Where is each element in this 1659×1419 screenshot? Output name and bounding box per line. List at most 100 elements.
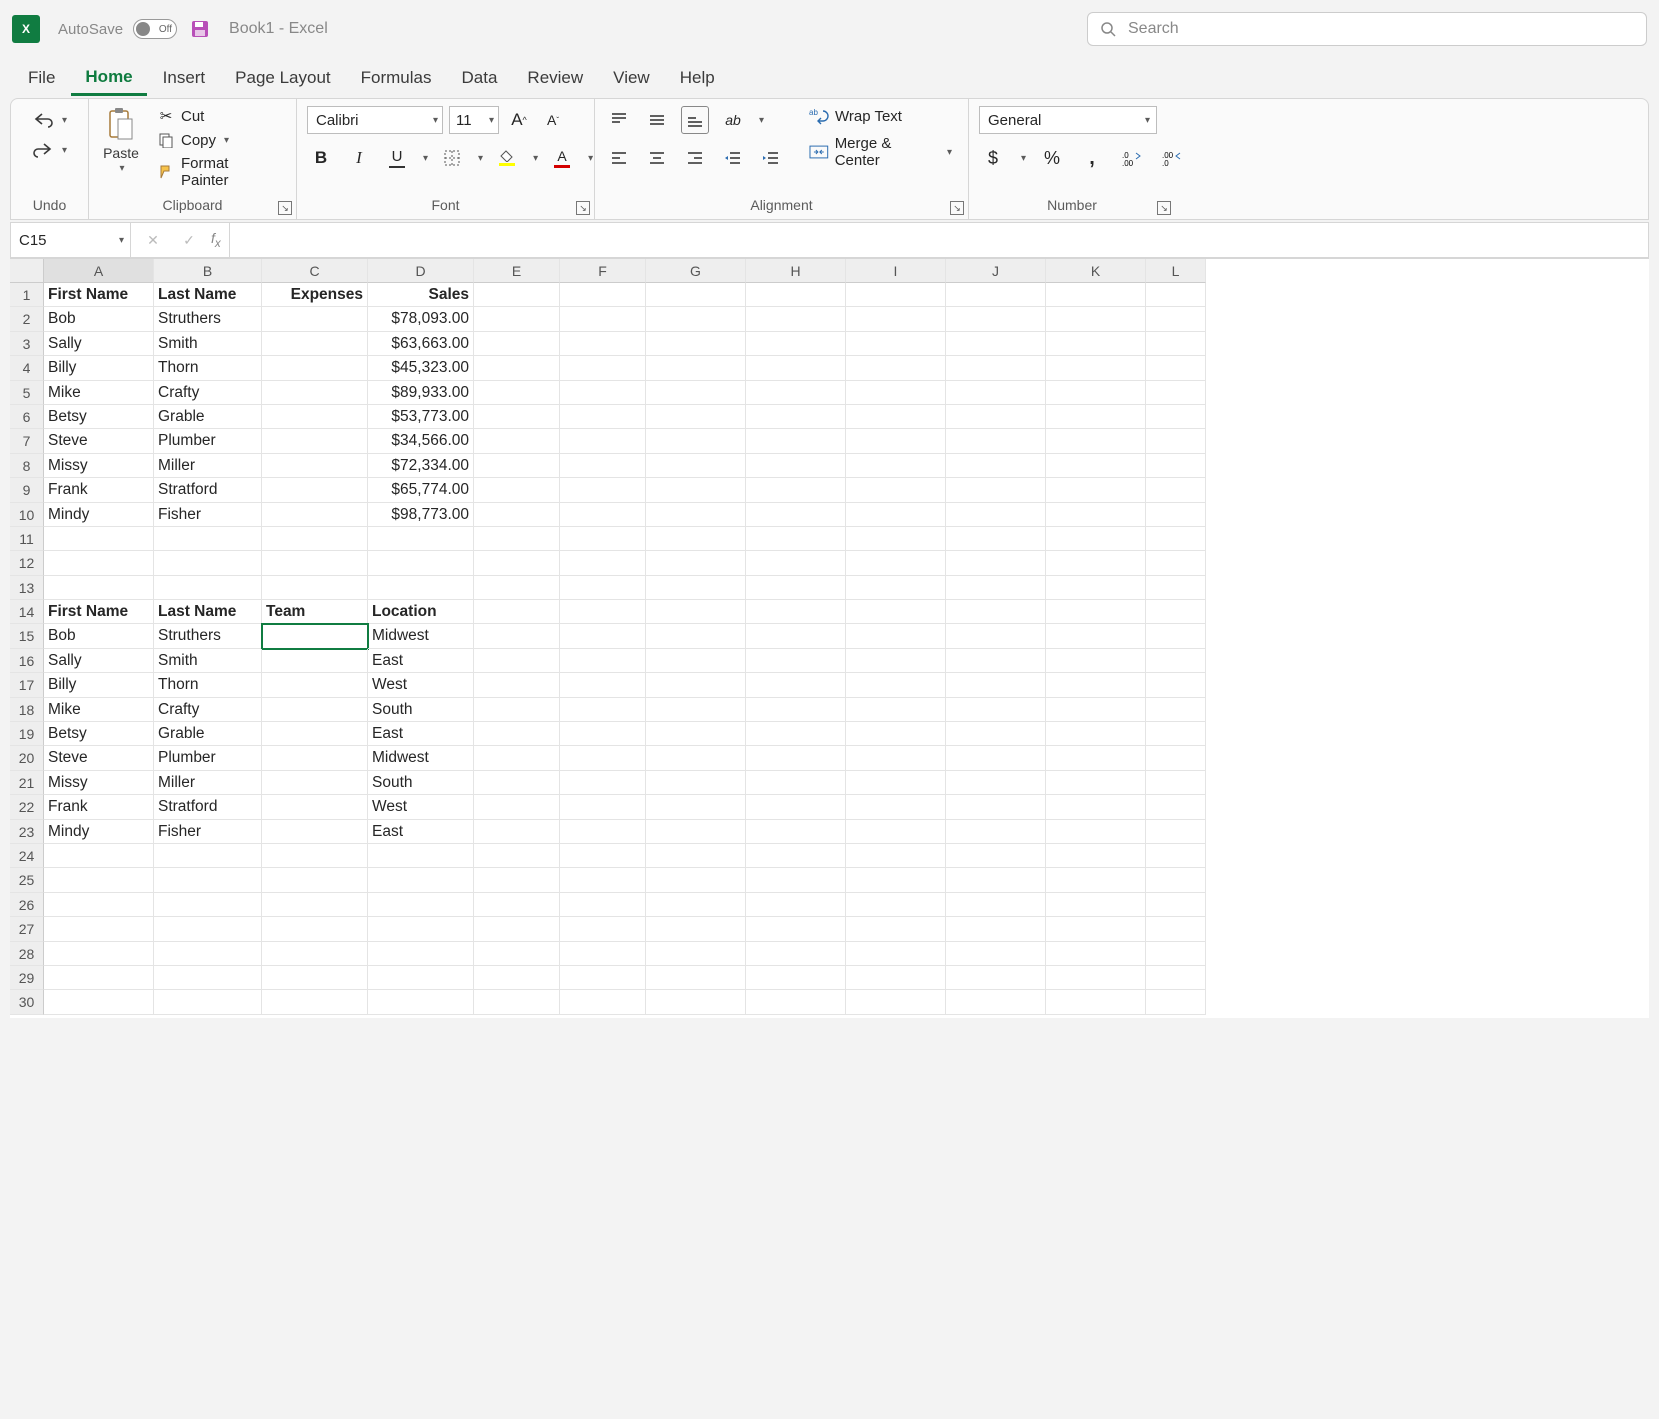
bold-button[interactable]: B	[307, 144, 335, 172]
cell-B10[interactable]: Fisher	[154, 503, 262, 527]
cell-area[interactable]: First NameLast NameExpensesSalesBobStrut…	[44, 283, 1649, 1015]
cell-J30[interactable]	[946, 990, 1046, 1014]
name-box[interactable]: C15 ▾	[11, 223, 131, 257]
paste-button[interactable]: Paste ▾	[99, 105, 143, 176]
cell-D10[interactable]: $98,773.00	[368, 503, 474, 527]
cell-D29[interactable]	[368, 966, 474, 990]
cell-F23[interactable]	[560, 820, 646, 844]
cell-I1[interactable]	[846, 283, 946, 307]
cell-G20[interactable]	[646, 746, 746, 770]
cell-C5[interactable]	[262, 381, 368, 405]
cell-C10[interactable]	[262, 503, 368, 527]
cell-J24[interactable]	[946, 844, 1046, 868]
column-header-L[interactable]: L	[1146, 259, 1206, 283]
cell-J17[interactable]	[946, 673, 1046, 697]
formula-input[interactable]	[230, 223, 1648, 257]
chevron-down-icon[interactable]: ▾	[423, 153, 428, 164]
cell-L21[interactable]	[1146, 771, 1206, 795]
cell-D6[interactable]: $53,773.00	[368, 405, 474, 429]
cell-K4[interactable]	[1046, 356, 1146, 380]
cell-I18[interactable]	[846, 698, 946, 722]
cell-G29[interactable]	[646, 966, 746, 990]
cell-C27[interactable]	[262, 917, 368, 941]
cell-K26[interactable]	[1046, 893, 1146, 917]
cell-G12[interactable]	[646, 551, 746, 575]
cell-J21[interactable]	[946, 771, 1046, 795]
cell-H24[interactable]	[746, 844, 846, 868]
cell-B27[interactable]	[154, 917, 262, 941]
font-dialog-launcher[interactable]: ↘	[576, 201, 590, 215]
decrease-font-button[interactable]: Aˇ	[539, 106, 567, 134]
cell-B23[interactable]: Fisher	[154, 820, 262, 844]
cell-B12[interactable]	[154, 551, 262, 575]
cell-K17[interactable]	[1046, 673, 1146, 697]
cell-J6[interactable]	[946, 405, 1046, 429]
enter-formula-button[interactable]: ✓	[175, 226, 203, 254]
cell-A9[interactable]: Frank	[44, 478, 154, 502]
cell-B18[interactable]: Crafty	[154, 698, 262, 722]
chevron-down-icon[interactable]: ▾	[533, 153, 538, 164]
cell-K27[interactable]	[1046, 917, 1146, 941]
cell-L24[interactable]	[1146, 844, 1206, 868]
comma-format-button[interactable]: ,	[1078, 144, 1106, 172]
cell-A16[interactable]: Sally	[44, 649, 154, 673]
cell-L30[interactable]	[1146, 990, 1206, 1014]
percent-format-button[interactable]: %	[1038, 144, 1066, 172]
cell-H28[interactable]	[746, 942, 846, 966]
cell-D25[interactable]	[368, 868, 474, 892]
cell-E3[interactable]	[474, 332, 560, 356]
column-header-B[interactable]: B	[154, 259, 262, 283]
chevron-down-icon[interactable]: ▾	[478, 153, 483, 164]
cell-C28[interactable]	[262, 942, 368, 966]
cell-F9[interactable]	[560, 478, 646, 502]
row-header-28[interactable]: 28	[10, 942, 44, 966]
cell-L1[interactable]	[1146, 283, 1206, 307]
column-header-E[interactable]: E	[474, 259, 560, 283]
cell-A6[interactable]: Betsy	[44, 405, 154, 429]
redo-button[interactable]: ▾	[26, 139, 73, 161]
cell-D12[interactable]	[368, 551, 474, 575]
row-header-13[interactable]: 13	[10, 576, 44, 600]
cell-G8[interactable]	[646, 454, 746, 478]
cell-J7[interactable]	[946, 429, 1046, 453]
cell-K15[interactable]	[1046, 624, 1146, 648]
cell-B21[interactable]: Miller	[154, 771, 262, 795]
cell-K2[interactable]	[1046, 307, 1146, 331]
cell-E7[interactable]	[474, 429, 560, 453]
cell-J4[interactable]	[946, 356, 1046, 380]
cell-F16[interactable]	[560, 649, 646, 673]
cell-K19[interactable]	[1046, 722, 1146, 746]
wrap-text-button[interactable]: ab Wrap Text	[803, 105, 958, 127]
tab-help[interactable]: Help	[666, 62, 729, 94]
cell-I16[interactable]	[846, 649, 946, 673]
cell-K9[interactable]	[1046, 478, 1146, 502]
cell-C3[interactable]	[262, 332, 368, 356]
column-header-K[interactable]: K	[1046, 259, 1146, 283]
cell-G27[interactable]	[646, 917, 746, 941]
cell-G2[interactable]	[646, 307, 746, 331]
cell-F26[interactable]	[560, 893, 646, 917]
cell-J27[interactable]	[946, 917, 1046, 941]
cell-L15[interactable]	[1146, 624, 1206, 648]
cell-B6[interactable]: Grable	[154, 405, 262, 429]
cell-B2[interactable]: Struthers	[154, 307, 262, 331]
row-header-24[interactable]: 24	[10, 844, 44, 868]
column-header-I[interactable]: I	[846, 259, 946, 283]
cell-K18[interactable]	[1046, 698, 1146, 722]
cell-E24[interactable]	[474, 844, 560, 868]
cell-H15[interactable]	[746, 624, 846, 648]
cell-F13[interactable]	[560, 576, 646, 600]
cell-K11[interactable]	[1046, 527, 1146, 551]
cell-A21[interactable]: Missy	[44, 771, 154, 795]
cell-I15[interactable]	[846, 624, 946, 648]
cell-G10[interactable]	[646, 503, 746, 527]
fill-color-button[interactable]	[493, 144, 521, 172]
column-header-F[interactable]: F	[560, 259, 646, 283]
row-header-7[interactable]: 7	[10, 429, 44, 453]
cell-C11[interactable]	[262, 527, 368, 551]
cell-E13[interactable]	[474, 576, 560, 600]
cell-C12[interactable]	[262, 551, 368, 575]
cell-D28[interactable]	[368, 942, 474, 966]
cell-I27[interactable]	[846, 917, 946, 941]
cell-L14[interactable]	[1146, 600, 1206, 624]
